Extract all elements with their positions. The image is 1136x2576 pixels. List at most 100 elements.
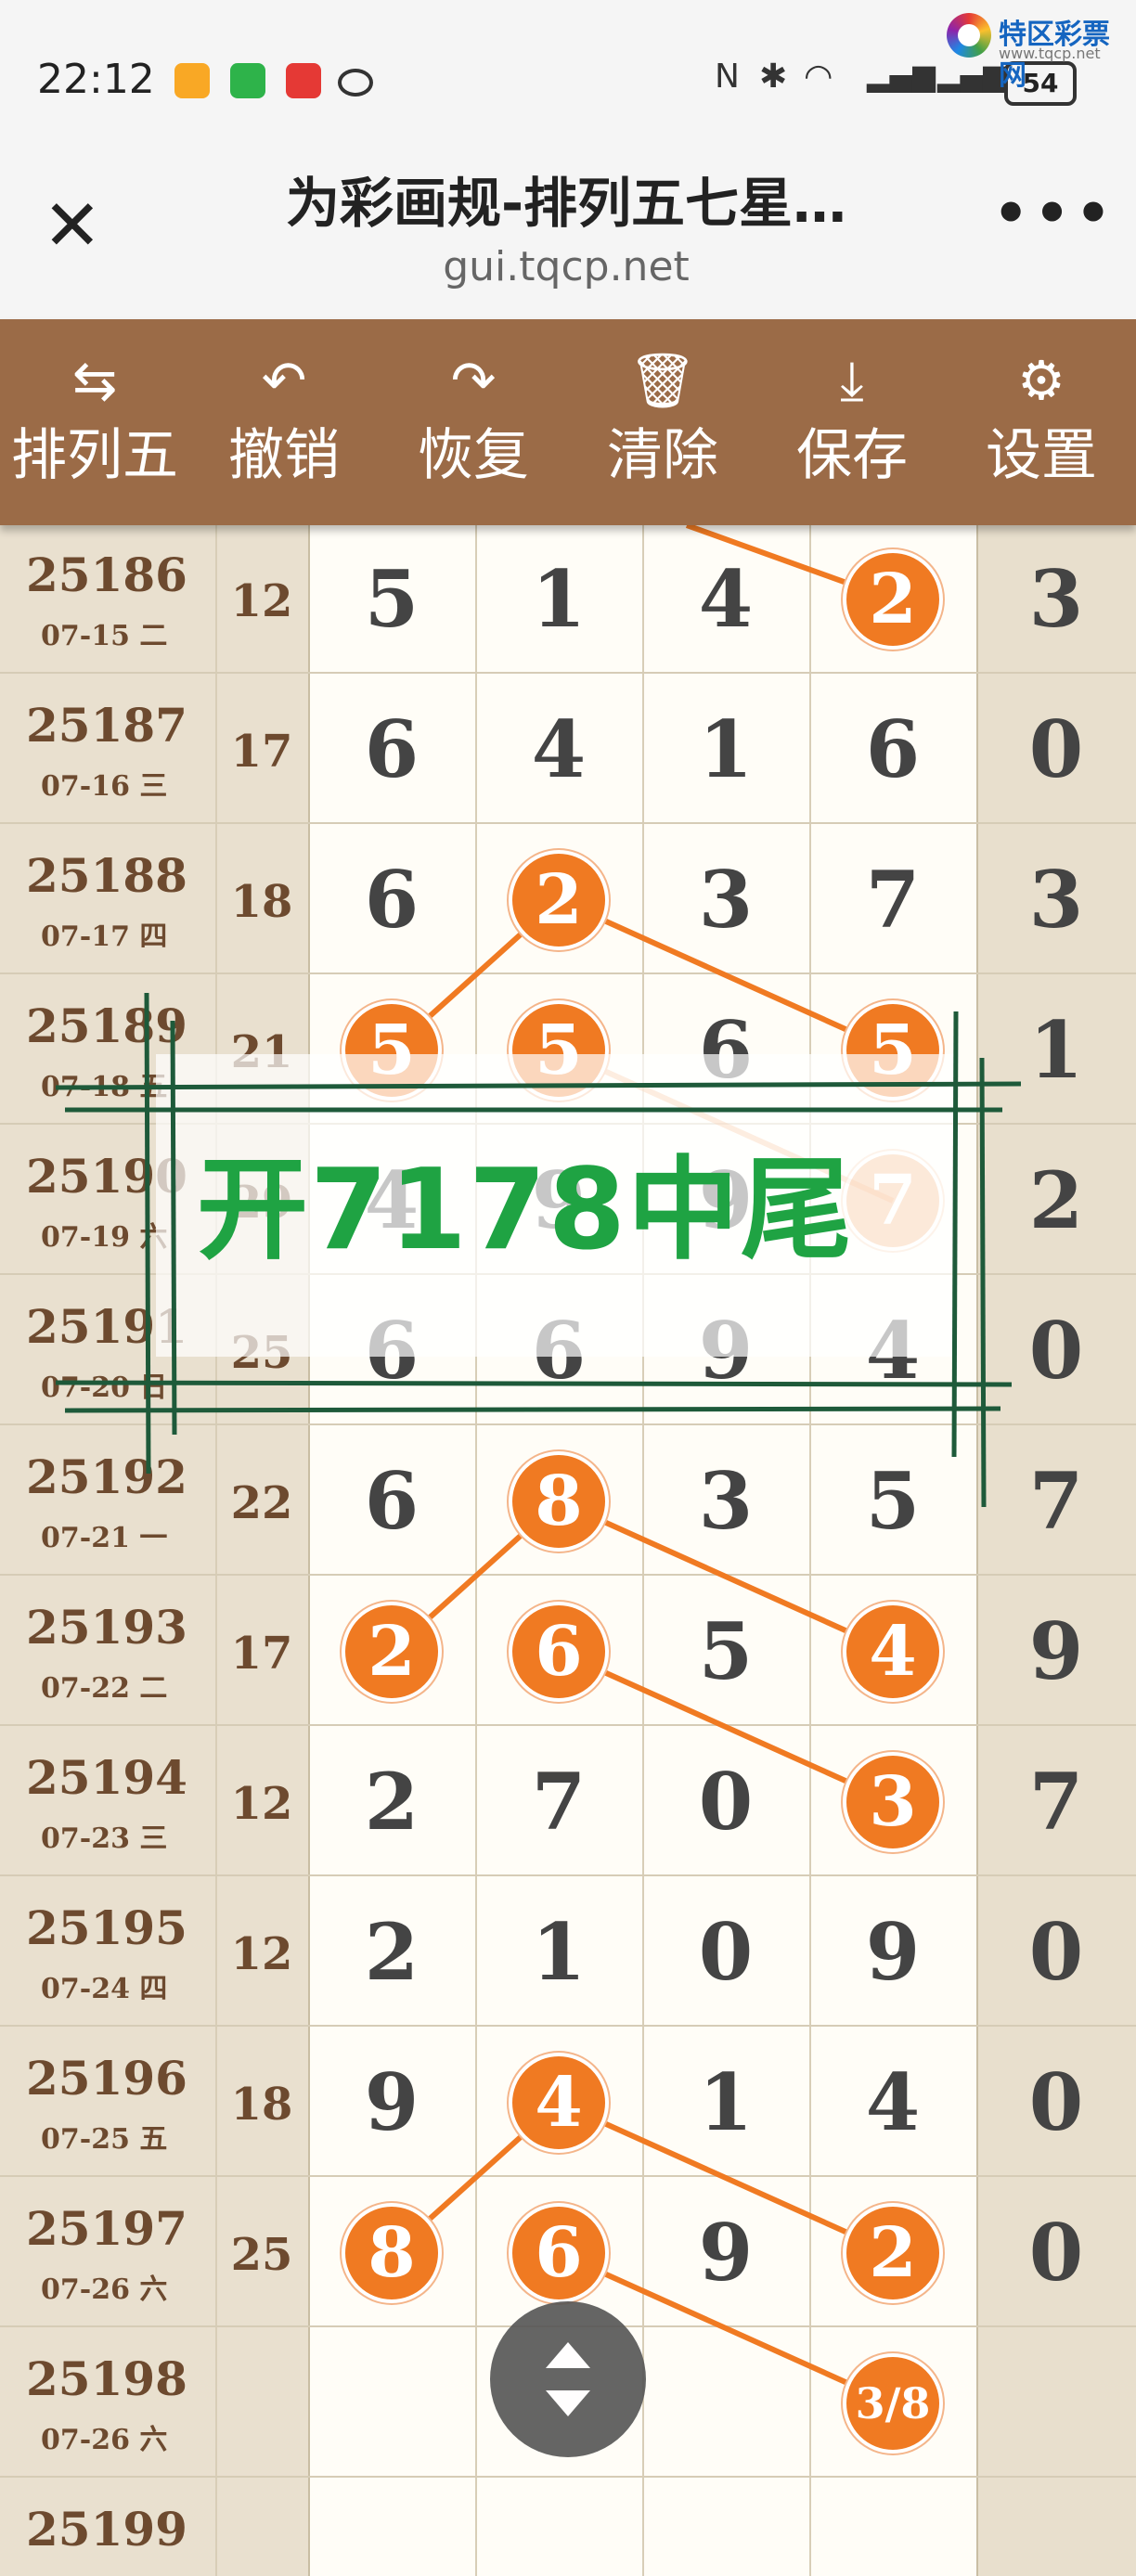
digit-cell[interactable]: 4 bbox=[809, 2058, 976, 2147]
digit-cell[interactable]: 9 bbox=[308, 2058, 475, 2147]
app-notification-icon bbox=[286, 63, 321, 98]
issue-date: 07-22 二 bbox=[41, 1672, 168, 1705]
status-bar: 22:12 N ✱ ◠ ▂▄▆ ▂▄▆ 54 特区彩票网 www.tqcp.ne… bbox=[0, 0, 1136, 148]
digit-sum: 22 bbox=[230, 1477, 293, 1529]
digit-cell[interactable]: 2 bbox=[308, 1908, 475, 1997]
scroll-toggle-button[interactable] bbox=[490, 2301, 646, 2457]
last-digit[interactable]: 0 bbox=[976, 1307, 1136, 1396]
digit-cell[interactable]: 5 bbox=[642, 1607, 809, 1696]
highlighted-digit-ball[interactable]: 4 bbox=[843, 1602, 943, 1702]
wifi-icon: ◠ bbox=[804, 58, 833, 96]
tool-settings[interactable]: ⚙ 设置 bbox=[947, 319, 1136, 525]
wechat-icon bbox=[230, 63, 265, 98]
digit-cell[interactable]: 6 bbox=[308, 1457, 475, 1546]
redo-icon: ↷ bbox=[450, 349, 497, 412]
page-url: gui.tqcp.net bbox=[443, 243, 690, 290]
annotation-text: 开7178中尾 bbox=[197, 1146, 854, 1275]
digit-cell[interactable]: 6 bbox=[809, 705, 976, 794]
tool-clear[interactable]: 🗑 清除 bbox=[568, 319, 757, 525]
table-row[interactable]: 25187 07-16 三 17 6 4 1 6 0 bbox=[0, 672, 1136, 822]
issue-date: 07-26 六 bbox=[41, 2273, 168, 2306]
highlighted-digit-ball[interactable]: 8 bbox=[509, 1451, 609, 1552]
highlighted-digit-ball[interactable]: 2 bbox=[509, 850, 609, 950]
last-digit[interactable]: 0 bbox=[976, 705, 1136, 794]
issue-date: 07-17 四 bbox=[41, 921, 168, 953]
digit-cell[interactable]: 2 bbox=[308, 1758, 475, 1847]
page-title: 为彩画规-排列五七星… bbox=[285, 172, 847, 235]
issue-number: 25192 bbox=[26, 1449, 187, 1504]
trash-icon: 🗑 bbox=[628, 349, 697, 412]
brand-logo-icon bbox=[947, 13, 991, 58]
highlighted-digit-ball[interactable]: 4 bbox=[509, 2053, 609, 2153]
digit-cell[interactable]: 9 bbox=[809, 1908, 976, 1997]
last-digit[interactable]: 0 bbox=[976, 2058, 1136, 2147]
tool-lottery-switch[interactable]: ⇆ 排列五 bbox=[0, 319, 189, 525]
more-icon[interactable]: ••• bbox=[993, 186, 1117, 241]
last-digit[interactable]: 7 bbox=[976, 1758, 1136, 1847]
highlighted-digit-ball[interactable]: 6 bbox=[509, 1602, 609, 1702]
digit-sum: 18 bbox=[230, 2079, 293, 2131]
highlighted-digit-ball[interactable]: 2 bbox=[843, 549, 943, 650]
digit-sum: 17 bbox=[230, 1628, 293, 1680]
tool-redo[interactable]: ↷ 恢复 bbox=[379, 319, 568, 525]
issue-number: 25197 bbox=[26, 2201, 187, 2256]
issue-date: 07-15 二 bbox=[41, 620, 168, 652]
highlighted-digit-ball[interactable]: 8 bbox=[342, 2203, 442, 2303]
tool-label: 恢复 bbox=[418, 423, 529, 488]
digit-cell[interactable]: 9 bbox=[642, 2209, 809, 2298]
toolbar: ⇆ 排列五 ↶ 撤销 ↷ 恢复 🗑 清除 ⤓ 保存 ⚙ 设置 bbox=[0, 319, 1136, 525]
last-digit[interactable]: 7 bbox=[976, 1457, 1136, 1546]
digit-cell[interactable]: 7 bbox=[475, 1758, 642, 1847]
close-icon[interactable]: ✕ bbox=[43, 190, 102, 261]
table-row[interactable]: 25194 07-23 三 12 2 7 0 7 bbox=[0, 1724, 1136, 1874]
issue-number: 25187 bbox=[26, 698, 187, 753]
last-digit[interactable]: 0 bbox=[976, 1908, 1136, 1997]
digit-cell[interactable]: 6 bbox=[308, 856, 475, 945]
tool-undo[interactable]: ↶ 撤销 bbox=[189, 319, 379, 525]
last-digit[interactable]: 1 bbox=[976, 1006, 1136, 1095]
last-digit[interactable]: 3 bbox=[976, 856, 1136, 945]
signal-icon: ▂▄▆ bbox=[867, 58, 936, 93]
highlighted-digit-ball[interactable]: 2 bbox=[843, 2203, 943, 2303]
issue-number: 25188 bbox=[26, 848, 187, 903]
last-digit[interactable]: 2 bbox=[976, 1156, 1136, 1245]
clock: 22:12 bbox=[37, 56, 155, 103]
digit-cell[interactable]: 4 bbox=[642, 555, 809, 644]
scroll-updown-icon bbox=[546, 2342, 590, 2416]
digit-cell[interactable]: 0 bbox=[642, 1908, 809, 1997]
digit-cell[interactable]: 5 bbox=[809, 1457, 976, 1546]
tool-save[interactable]: ⤓ 保存 bbox=[757, 319, 947, 525]
digit-cell[interactable]: 3 bbox=[642, 1457, 809, 1546]
digit-cell[interactable]: 5 bbox=[308, 555, 475, 644]
highlighted-digit-ball[interactable]: 3/8 bbox=[843, 2353, 943, 2454]
bluetooth-icon: ✱ bbox=[759, 58, 788, 96]
digit-cell[interactable]: 1 bbox=[642, 2058, 809, 2147]
issue-number: 25195 bbox=[26, 1900, 187, 1955]
digit-sum: 12 bbox=[230, 1928, 293, 1980]
last-digit[interactable]: 9 bbox=[976, 1607, 1136, 1696]
issue-date: 07-18 五 bbox=[41, 1071, 168, 1103]
last-digit[interactable]: 0 bbox=[976, 2209, 1136, 2298]
table-row[interactable]: 25195 07-24 四 12 2 1 0 9 0 bbox=[0, 1874, 1136, 2025]
watermark-logo: 特区彩票网 www.tqcp.net bbox=[947, 7, 1132, 92]
digit-cell[interactable]: 4 bbox=[475, 705, 642, 794]
digit-cell[interactable]: 1 bbox=[642, 705, 809, 794]
issue-number: 25193 bbox=[26, 1600, 187, 1655]
tool-label: 设置 bbox=[986, 423, 1097, 488]
digit-cell[interactable]: 1 bbox=[475, 555, 642, 644]
digit-cell[interactable]: 6 bbox=[308, 705, 475, 794]
last-digit[interactable]: 3 bbox=[976, 555, 1136, 644]
digit-cell[interactable]: 3 bbox=[642, 856, 809, 945]
table-row[interactable]: 25186 07-15 二 12 5 1 4 3 bbox=[0, 525, 1136, 672]
digit-cell[interactable]: 7 bbox=[809, 856, 976, 945]
highlighted-digit-ball[interactable]: 3 bbox=[843, 1752, 943, 1852]
tool-label: 撤销 bbox=[228, 423, 340, 488]
digit-cell[interactable]: 1 bbox=[475, 1908, 642, 1997]
table-row[interactable]: 25199 bbox=[0, 2476, 1136, 2576]
highlighted-digit-ball[interactable]: 6 bbox=[509, 2203, 609, 2303]
highlighted-digit-ball[interactable]: 2 bbox=[342, 1602, 442, 1702]
draw-grid[interactable]: 25186 07-15 二 12 5 1 4 3 25187 07-16 三 17 6 4 1 6 0 251… bbox=[0, 525, 1136, 2576]
issue-date: 07-26 六 bbox=[41, 2424, 168, 2456]
digit-sum: 12 bbox=[230, 575, 293, 627]
digit-cell[interactable]: 0 bbox=[642, 1758, 809, 1847]
